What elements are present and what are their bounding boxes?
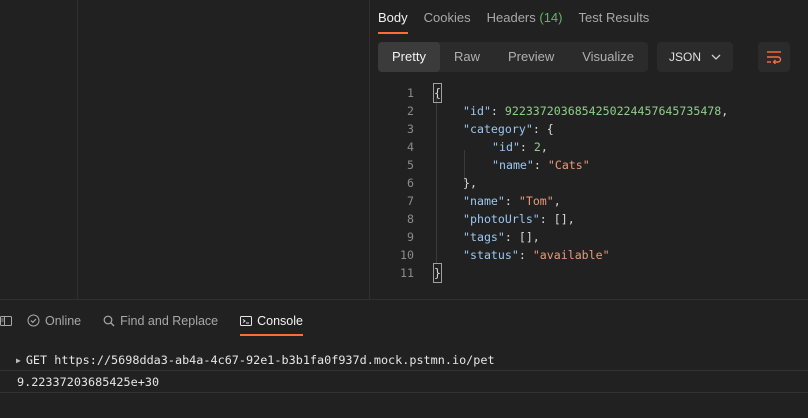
tab-headers[interactable]: Headers (14) bbox=[487, 0, 563, 34]
workspace: Body Cookies Headers (14) Test Results P… bbox=[0, 0, 808, 299]
view-mode-group: Pretty Raw Preview Visualize bbox=[378, 42, 649, 72]
console-output-row: 9.22337203685425e+30 bbox=[0, 371, 808, 393]
toggle-sidebar-button[interactable] bbox=[0, 300, 17, 342]
status-bar: Online Find and Replace Console bbox=[0, 299, 808, 341]
json-number: 2 bbox=[533, 140, 541, 154]
console-request-row[interactable]: ▶ GET https://5698dda3-ab4a-4c67-92e1-b3b… bbox=[0, 349, 808, 371]
chevron-down-icon bbox=[711, 54, 721, 60]
console-panel: ▶ GET https://5698dda3-ab4a-4c67-92e1-b3b… bbox=[0, 341, 808, 418]
tab-body-label: Body bbox=[378, 10, 408, 25]
brace-close: } bbox=[433, 263, 442, 283]
json-key: "status" bbox=[463, 248, 519, 262]
find-replace-label: Find and Replace bbox=[120, 313, 219, 328]
code-line: 1{ bbox=[370, 83, 808, 103]
response-body-editor[interactable]: 1{ 2 "id": 922337203685425022445764573547… bbox=[370, 83, 808, 283]
tab-headers-label: Headers bbox=[486, 10, 536, 25]
tab-test-results[interactable]: Test Results bbox=[579, 0, 650, 34]
line-number: 2 bbox=[407, 104, 414, 118]
line-number: 7 bbox=[407, 194, 414, 208]
line-number: 6 bbox=[407, 176, 414, 190]
headers-count-badge: (14) bbox=[539, 10, 563, 25]
line-number: 11 bbox=[400, 266, 414, 280]
json-number: 9223372036854250224457645735478 bbox=[504, 104, 722, 118]
response-panel: Body Cookies Headers (14) Test Results P… bbox=[370, 0, 808, 299]
json-string: "available" bbox=[532, 248, 610, 262]
json-key: "category" bbox=[463, 122, 533, 136]
json-key: "name" bbox=[463, 194, 505, 208]
format-select-value: JSON bbox=[669, 50, 702, 64]
code-line: 11} bbox=[370, 263, 808, 283]
sidebar-panel bbox=[0, 0, 78, 299]
sidebar-toggle-icon bbox=[0, 315, 12, 326]
visualize-button[interactable]: Visualize bbox=[568, 42, 648, 72]
tab-body[interactable]: Body bbox=[378, 0, 408, 34]
response-tabs: Body Cookies Headers (14) Test Results bbox=[378, 0, 665, 34]
line-number: 8 bbox=[407, 212, 414, 226]
json-key: "photoUrls" bbox=[463, 212, 540, 226]
code-line: 6}, bbox=[370, 174, 808, 192]
tab-test-results-label: Test Results bbox=[578, 10, 650, 25]
request-panel bbox=[78, 0, 370, 299]
code-line: 9 "tags": [], bbox=[370, 228, 808, 246]
code-line: 10 "status": "available" bbox=[370, 246, 808, 264]
console-icon bbox=[240, 315, 253, 326]
json-key: "name" bbox=[492, 158, 534, 172]
wrap-lines-button[interactable] bbox=[758, 42, 790, 72]
pretty-button[interactable]: Pretty bbox=[378, 42, 440, 72]
format-select[interactable]: JSON bbox=[657, 42, 734, 72]
brace-open: { bbox=[433, 83, 442, 103]
body-toolbar: Pretty Raw Preview Visualize JSON bbox=[378, 42, 790, 72]
json-key: "tags" bbox=[463, 230, 505, 244]
line-number: 1 bbox=[407, 86, 414, 100]
json-key: "id" bbox=[463, 104, 491, 118]
console-output-text: 9.22337203685425e+30 bbox=[17, 375, 160, 389]
tab-cookies[interactable]: Cookies bbox=[424, 0, 471, 34]
code-line: 7 "name": "Tom", bbox=[370, 192, 808, 210]
line-number: 3 bbox=[407, 122, 414, 136]
line-number: 9 bbox=[407, 230, 414, 244]
raw-button[interactable]: Raw bbox=[440, 42, 494, 72]
preview-button[interactable]: Preview bbox=[494, 42, 568, 72]
code-line: 3 "category": { bbox=[370, 120, 808, 138]
wrap-lines-icon bbox=[767, 51, 782, 64]
line-number: 5 bbox=[407, 158, 414, 172]
json-string: "Cats" bbox=[547, 158, 590, 172]
code-line: 5 "name": "Cats" bbox=[370, 156, 808, 174]
line-number: 4 bbox=[407, 140, 414, 154]
json-key: "id" bbox=[492, 140, 520, 154]
tab-cookies-label: Cookies bbox=[423, 10, 471, 25]
search-icon bbox=[103, 315, 115, 326]
check-circle-icon bbox=[27, 314, 40, 327]
console-request-text: GET https://5698dda3-ab4a-4c67-92e1-b3b1… bbox=[25, 353, 495, 367]
json-string: "Tom" bbox=[518, 194, 554, 208]
code-line: 8 "photoUrls": [], bbox=[370, 210, 808, 228]
find-replace-button[interactable]: Find and Replace bbox=[103, 300, 218, 342]
code-line: 4 "id": 2, bbox=[370, 138, 808, 156]
online-label: Online bbox=[45, 313, 82, 328]
caret-right-icon: ▶ bbox=[16, 356, 21, 365]
console-tab[interactable]: Console bbox=[240, 300, 303, 342]
code-line: 2 "id": 9223372036854250224457645735478, bbox=[370, 102, 808, 120]
online-status-button[interactable]: Online bbox=[27, 300, 81, 342]
line-number: 10 bbox=[400, 248, 414, 262]
console-label: Console bbox=[257, 313, 303, 328]
